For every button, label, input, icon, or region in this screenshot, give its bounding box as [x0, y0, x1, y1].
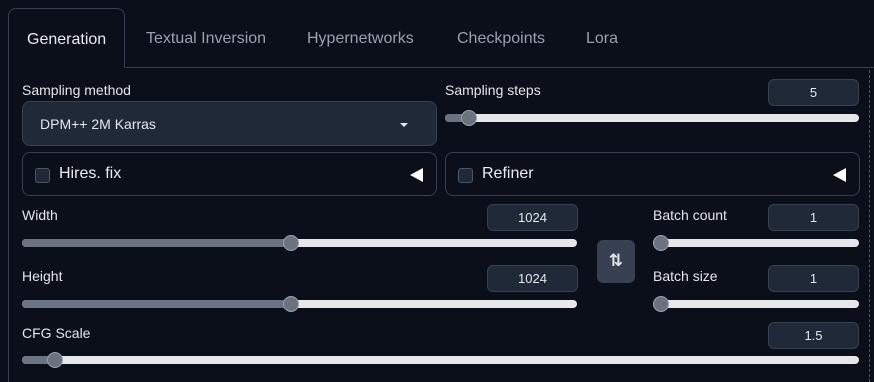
batch-size-slider-thumb[interactable]	[653, 296, 669, 312]
cfg-scale-input[interactable]: 1.5	[768, 322, 859, 349]
swap-vertical-icon: ⇅	[608, 251, 624, 271]
batch-count-input[interactable]: 1	[768, 204, 859, 231]
refiner-label: Refiner	[482, 165, 534, 182]
tab-divider	[126, 67, 874, 68]
refiner-checkbox[interactable]	[458, 168, 473, 183]
width-slider-thumb[interactable]	[283, 235, 300, 251]
height-label: Height	[22, 268, 63, 284]
chevron-down-icon	[400, 123, 408, 127]
sampling-steps-input[interactable]: 5	[768, 79, 859, 106]
batch-size-slider[interactable]	[653, 296, 859, 312]
batch-size-label: Batch size	[653, 268, 718, 284]
panel-resize-divider[interactable]	[869, 70, 870, 382]
tab-lora[interactable]: Lora	[586, 8, 618, 68]
tab-checkpoints[interactable]: Checkpoints	[457, 8, 545, 68]
batch-count-slider-thumb[interactable]	[653, 235, 669, 251]
sampling-steps-slider[interactable]	[445, 110, 859, 126]
tab-generation[interactable]: Generation	[8, 8, 126, 68]
hires-fix-label: Hires. fix	[59, 165, 122, 182]
height-slider-thumb[interactable]	[283, 296, 300, 312]
batch-count-slider[interactable]	[653, 235, 859, 251]
collapse-triangle-icon[interactable]	[410, 168, 423, 182]
sampling-method-dropdown[interactable]: DPM++ 2M Karras	[22, 101, 437, 146]
tab-bar: Generation Textual Inversion Hypernetwor…	[0, 0, 874, 68]
sampling-steps-label: Sampling steps	[445, 82, 541, 98]
sampling-steps-slider-thumb[interactable]	[460, 110, 477, 126]
width-slider[interactable]	[22, 235, 577, 251]
tab-hypernetworks[interactable]: Hypernetworks	[307, 8, 414, 68]
batch-size-input[interactable]: 1	[768, 265, 859, 292]
hires-fix-accordion[interactable]: Hires. fix	[22, 152, 437, 196]
sampling-method-label: Sampling method	[22, 82, 131, 98]
panel-border	[8, 67, 9, 382]
collapse-triangle-icon[interactable]	[833, 168, 846, 182]
hires-fix-checkbox[interactable]	[35, 168, 50, 183]
height-slider[interactable]	[22, 296, 577, 312]
refiner-accordion[interactable]: Refiner	[445, 152, 860, 196]
width-label: Width	[22, 207, 58, 223]
sampling-method-value: DPM++ 2M Karras	[40, 116, 156, 132]
cfg-scale-slider-thumb[interactable]	[46, 352, 63, 368]
height-input[interactable]: 1024	[487, 265, 578, 292]
cfg-scale-slider[interactable]	[22, 352, 859, 368]
swap-dimensions-button[interactable]: ⇅	[597, 240, 635, 283]
tab-textual-inversion[interactable]: Textual Inversion	[146, 8, 266, 68]
batch-count-label: Batch count	[653, 207, 727, 223]
cfg-scale-label: CFG Scale	[22, 325, 91, 341]
width-input[interactable]: 1024	[487, 204, 578, 231]
